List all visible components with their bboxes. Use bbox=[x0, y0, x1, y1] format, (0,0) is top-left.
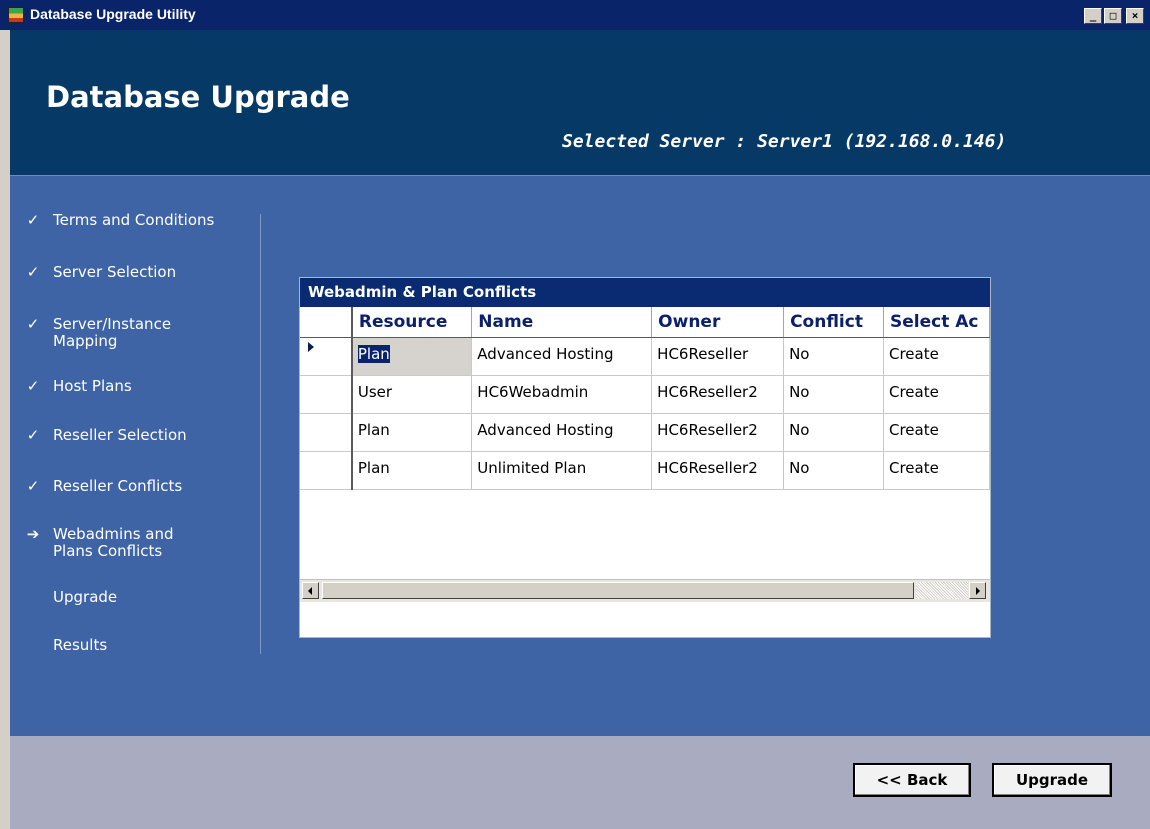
table-row[interactable]: User HC6Webadmin HC6Reseller2 No Create bbox=[300, 375, 990, 414]
main-content: ✓ Terms and Conditions ✓ Server Selectio… bbox=[10, 176, 1150, 736]
table-cell[interactable]: Advanced Hosting bbox=[471, 413, 653, 452]
current-row-indicator-icon bbox=[308, 342, 314, 352]
upgrade-button[interactable]: Upgrade bbox=[992, 763, 1112, 797]
step-label: Reseller Conflicts bbox=[53, 477, 183, 495]
grid-caption: Webadmin & Plan Conflicts bbox=[300, 278, 990, 307]
column-header-select-action[interactable]: Select Ac bbox=[883, 307, 990, 338]
table-cell[interactable]: Advanced Hosting bbox=[471, 337, 653, 376]
row-header[interactable] bbox=[300, 337, 353, 376]
conflicts-grid-panel: Webadmin & Plan Conflicts Resource Name … bbox=[299, 277, 991, 638]
table-cell[interactable]: HC6Webadmin bbox=[471, 375, 653, 414]
maximize-button[interactable]: □ bbox=[1104, 8, 1122, 24]
step-label: Webadmins and Plans Conflicts bbox=[53, 525, 174, 560]
checkmark-icon: ✓ bbox=[26, 263, 40, 281]
table-row[interactable]: Plan Advanced Hosting HC6Reseller No Cre… bbox=[300, 337, 990, 376]
window-titlebar: Database Upgrade Utility _ □ × bbox=[0, 0, 1150, 30]
app-icon bbox=[8, 7, 24, 23]
table-cell[interactable]: HC6Reseller2 bbox=[651, 451, 785, 490]
scrollbar-track[interactable] bbox=[916, 582, 968, 599]
scroll-left-button[interactable] bbox=[302, 582, 319, 599]
footer-bar: << Back Upgrade bbox=[10, 736, 1150, 829]
row-header[interactable] bbox=[300, 375, 353, 414]
table-cell[interactable]: No bbox=[783, 413, 884, 452]
table-cell[interactable]: Plan bbox=[351, 413, 473, 452]
grid-corner-cell bbox=[300, 307, 353, 338]
table-header-row: Resource Name Owner Conflict Select Ac bbox=[300, 307, 990, 338]
table-cell[interactable]: Create bbox=[883, 413, 990, 452]
minimize-button[interactable]: _ bbox=[1084, 8, 1102, 24]
scroll-left-arrow-icon bbox=[308, 587, 312, 595]
selected-server-label: Selected Server : Server1 (192.168.0.146… bbox=[562, 131, 1007, 152]
page-header: Database Upgrade Selected Server : Serve… bbox=[10, 30, 1150, 176]
step-label: Upgrade bbox=[53, 588, 118, 606]
step-label: Host Plans bbox=[53, 377, 132, 395]
conflicts-grid[interactable]: Resource Name Owner Conflict Select Ac P… bbox=[300, 307, 990, 602]
table-cell[interactable]: No bbox=[783, 451, 884, 490]
back-button[interactable]: << Back bbox=[853, 763, 971, 797]
table-cell[interactable]: HC6Reseller bbox=[651, 337, 785, 376]
steps-divider bbox=[260, 214, 261, 654]
table-cell[interactable]: HC6Reseller2 bbox=[651, 375, 785, 414]
table-cell[interactable]: Plan bbox=[351, 337, 473, 376]
step-label: Results bbox=[53, 636, 108, 654]
step-label: Reseller Selection bbox=[53, 426, 187, 444]
window-left-border bbox=[0, 30, 10, 829]
conflicts-table: Resource Name Owner Conflict Select Ac P… bbox=[300, 307, 990, 490]
table-cell[interactable]: No bbox=[783, 375, 884, 414]
scroll-right-arrow-icon bbox=[976, 587, 980, 595]
page-title: Database Upgrade bbox=[46, 80, 350, 114]
table-cell[interactable]: Create bbox=[883, 337, 990, 376]
table-cell[interactable]: Unlimited Plan bbox=[471, 451, 653, 490]
row-header[interactable] bbox=[300, 413, 353, 452]
close-button[interactable]: × bbox=[1126, 8, 1144, 24]
scrollbar-thumb[interactable] bbox=[322, 582, 914, 599]
step-label: Server Selection bbox=[53, 263, 177, 281]
row-header[interactable] bbox=[300, 451, 353, 490]
column-header-resource[interactable]: Resource bbox=[351, 307, 473, 338]
checkmark-icon: ✓ bbox=[26, 426, 40, 444]
column-header-conflict[interactable]: Conflict bbox=[783, 307, 884, 338]
arrow-right-icon: ➔ bbox=[26, 525, 40, 543]
checkmark-icon: ✓ bbox=[26, 377, 40, 395]
table-cell[interactable]: Create bbox=[883, 451, 990, 490]
step-label: Terms and Conditions bbox=[53, 211, 215, 229]
column-header-name[interactable]: Name bbox=[471, 307, 653, 338]
checkmark-icon: ✓ bbox=[26, 211, 40, 229]
selected-cell-text: Plan bbox=[357, 345, 390, 363]
table-cell[interactable]: User bbox=[351, 375, 473, 414]
window-title: Database Upgrade Utility bbox=[30, 6, 196, 22]
window-controls: _ □ × bbox=[1084, 8, 1144, 24]
scroll-right-button[interactable] bbox=[969, 582, 986, 599]
horizontal-scrollbar[interactable] bbox=[300, 579, 990, 602]
table-cell[interactable]: HC6Reseller2 bbox=[651, 413, 785, 452]
table-cell[interactable]: Create bbox=[883, 375, 990, 414]
checkmark-icon: ✓ bbox=[26, 477, 40, 495]
table-row[interactable]: Plan Unlimited Plan HC6Reseller2 No Crea… bbox=[300, 451, 990, 490]
table-cell[interactable]: Plan bbox=[351, 451, 473, 490]
checkmark-icon: ✓ bbox=[26, 315, 40, 333]
column-header-owner[interactable]: Owner bbox=[651, 307, 785, 338]
table-row[interactable]: Plan Advanced Hosting HC6Reseller2 No Cr… bbox=[300, 413, 990, 452]
step-label: Server/Instance Mapping bbox=[53, 315, 172, 350]
table-cell[interactable]: No bbox=[783, 337, 884, 376]
